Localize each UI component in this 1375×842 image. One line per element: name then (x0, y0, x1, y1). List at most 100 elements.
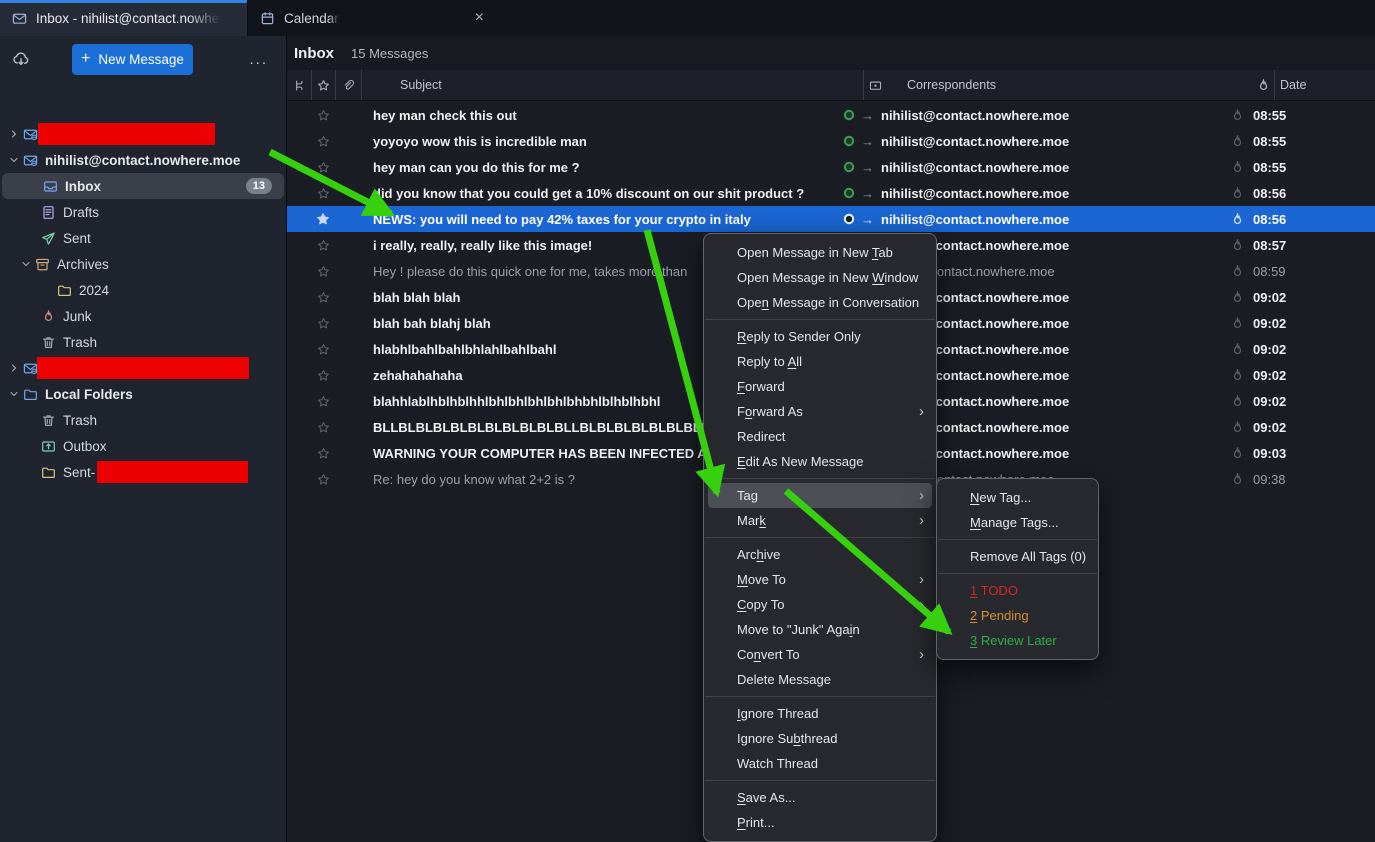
star-icon[interactable] (311, 212, 335, 226)
menu-item-open-message-in-new-tab[interactable]: Open Message in New Tab (704, 240, 936, 265)
star-icon[interactable] (311, 291, 335, 304)
menu-item-save-as[interactable]: Save As... (704, 785, 936, 810)
sidebar-toolbar: + New Message ... (0, 36, 286, 82)
junk-flame-icon[interactable] (1226, 134, 1248, 149)
menu-item-2-pending[interactable]: 2 Pending (937, 603, 1098, 628)
message-row[interactable]: did you know that you could get a 10% di… (287, 180, 1375, 206)
column-date[interactable]: Date (1274, 70, 1375, 100)
tab-calendar[interactable]: Calendar × (248, 0, 500, 36)
menu-item-edit-as-new-message[interactable]: Edit As New Message (704, 449, 936, 474)
star-icon[interactable] (311, 109, 335, 122)
column-attachment[interactable] (335, 70, 361, 100)
menu-item-convert-to[interactable]: Convert To› (704, 642, 936, 667)
chevron-down-icon[interactable] (18, 258, 34, 270)
menu-item-3-review-later[interactable]: 3 Review Later (937, 628, 1098, 653)
star-icon[interactable] (311, 421, 335, 434)
star-icon[interactable] (311, 135, 335, 148)
menu-item-watch-thread[interactable]: Watch Thread (704, 751, 936, 776)
sidebar-item-redacted[interactable] (0, 121, 286, 147)
column-junk-status[interactable] (1252, 70, 1274, 100)
sidebar-item-sent-[interactable]: Sent- (0, 459, 286, 485)
menu-item-move-to[interactable]: Move To› (704, 567, 936, 592)
more-options-button[interactable]: ... (243, 47, 274, 72)
star-icon[interactable] (311, 473, 335, 486)
menu-item-reply-to-sender-only[interactable]: Reply to Sender Only (704, 324, 936, 349)
menu-item-mark[interactable]: Mark› (704, 508, 936, 533)
junk-flame-icon[interactable] (1226, 472, 1248, 487)
star-icon[interactable] (311, 265, 335, 278)
star-icon[interactable] (311, 317, 335, 330)
sidebar-item-drafts[interactable]: Drafts (0, 199, 286, 225)
menu-item-manage-tags[interactable]: Manage Tags... (937, 510, 1098, 535)
star-icon[interactable] (311, 395, 335, 408)
chevron-down-icon[interactable] (6, 388, 22, 400)
get-messages-icon[interactable] (12, 50, 30, 68)
chevron-down-icon[interactable] (6, 154, 22, 166)
junk-flame-icon[interactable] (1226, 446, 1248, 461)
sidebar-item-trash[interactable]: Trash (0, 329, 286, 355)
sidebar-item-2024[interactable]: 2024 (0, 277, 286, 303)
menu-item-open-message-in-conversation[interactable]: Open Message in Conversation (704, 290, 936, 315)
menu-item-forward[interactable]: Forward (704, 374, 936, 399)
junk-flame-icon[interactable] (1226, 238, 1248, 253)
chevron-right-icon[interactable] (6, 128, 22, 140)
menu-item-print[interactable]: Print... (704, 810, 936, 835)
junk-flame-icon[interactable] (1226, 160, 1248, 175)
junk-flame-icon[interactable] (1226, 108, 1248, 123)
junk-flame-icon[interactable] (1226, 264, 1248, 279)
sidebar-item-sent[interactable]: Sent (0, 225, 286, 251)
junk-flame-icon[interactable] (1226, 290, 1248, 305)
junk-flame-icon[interactable] (1226, 394, 1248, 409)
column-starred[interactable] (311, 70, 335, 100)
junk-flame-icon[interactable] (1226, 212, 1248, 227)
star-icon[interactable] (311, 369, 335, 382)
sidebar-item-nihilist-contact-nowhere-moe[interactable]: nihilist@contact.nowhere.moe (0, 147, 286, 173)
menu-item-forward-as[interactable]: Forward As› (704, 399, 936, 424)
star-icon[interactable] (311, 161, 335, 174)
menu-item-redirect[interactable]: Redirect (704, 424, 936, 449)
column-correspondents[interactable]: Correspondents (907, 70, 1252, 100)
message-context-menu: Open Message in New TabOpen Message in N… (703, 233, 937, 842)
sidebar-item-outbox[interactable]: Outbox (0, 433, 286, 459)
menu-item-open-message-in-new-window[interactable]: Open Message in New Window (704, 265, 936, 290)
menu-item-reply-to-all[interactable]: Reply to All (704, 349, 936, 374)
message-row[interactable]: hey man can you do this for me ?→nihilis… (287, 154, 1375, 180)
sidebar-item-inbox[interactable]: Inbox13 (2, 173, 284, 199)
message-row[interactable]: NEWS: you will need to pay 42% taxes for… (287, 206, 1375, 232)
menu-item-delete-message[interactable]: Delete Message (704, 667, 936, 692)
star-icon[interactable] (311, 239, 335, 252)
message-row[interactable]: hey man check this out→nihilist@contact.… (287, 102, 1375, 128)
menu-item-tag[interactable]: Tag› (708, 483, 932, 508)
sidebar-item-local-folders[interactable]: Local Folders (0, 381, 286, 407)
sidebar-item-archives[interactable]: Archives (0, 251, 286, 277)
sidebar-item-junk[interactable]: Junk (0, 303, 286, 329)
close-icon[interactable]: × (471, 9, 488, 27)
new-message-button[interactable]: + New Message (72, 44, 193, 75)
tab-inbox[interactable]: Inbox - nihilist@contact.nowhere.moe (0, 0, 248, 36)
column-thread[interactable] (287, 70, 311, 100)
junk-flame-icon[interactable] (1226, 186, 1248, 201)
message-time: 09:02 (1248, 290, 1375, 305)
junk-flame-icon[interactable] (1226, 342, 1248, 357)
menu-item-remove-all-tags-0[interactable]: Remove All Tags (0) (937, 544, 1098, 569)
menu-item-copy-to[interactable]: Copy To› (704, 592, 936, 617)
junk-flame-icon[interactable] (1226, 420, 1248, 435)
folder-label: Trash (63, 335, 97, 350)
menu-item-ignore-subthread[interactable]: Ignore Subthread (704, 726, 936, 751)
menu-item-new-tag[interactable]: New Tag... (937, 485, 1098, 510)
junk-flame-icon[interactable] (1226, 368, 1248, 383)
star-icon[interactable] (311, 187, 335, 200)
menu-item-1-todo[interactable]: 1 TODO (937, 578, 1098, 603)
message-row[interactable]: yoyoyo wow this is incredible man→nihili… (287, 128, 1375, 154)
menu-item-ignore-thread[interactable]: Ignore Thread (704, 701, 936, 726)
column-read-status[interactable] (863, 70, 887, 100)
column-subject[interactable]: Subject (361, 70, 863, 100)
sidebar-item-redacted[interactable] (0, 355, 286, 381)
chevron-right-icon[interactable] (6, 362, 22, 374)
menu-item-move-to-junk-again[interactable]: Move to "Junk" Again (704, 617, 936, 642)
star-icon[interactable] (311, 343, 335, 356)
menu-item-archive[interactable]: Archive (704, 542, 936, 567)
star-icon[interactable] (311, 447, 335, 460)
sidebar-item-trash[interactable]: Trash (0, 407, 286, 433)
junk-flame-icon[interactable] (1226, 316, 1248, 331)
